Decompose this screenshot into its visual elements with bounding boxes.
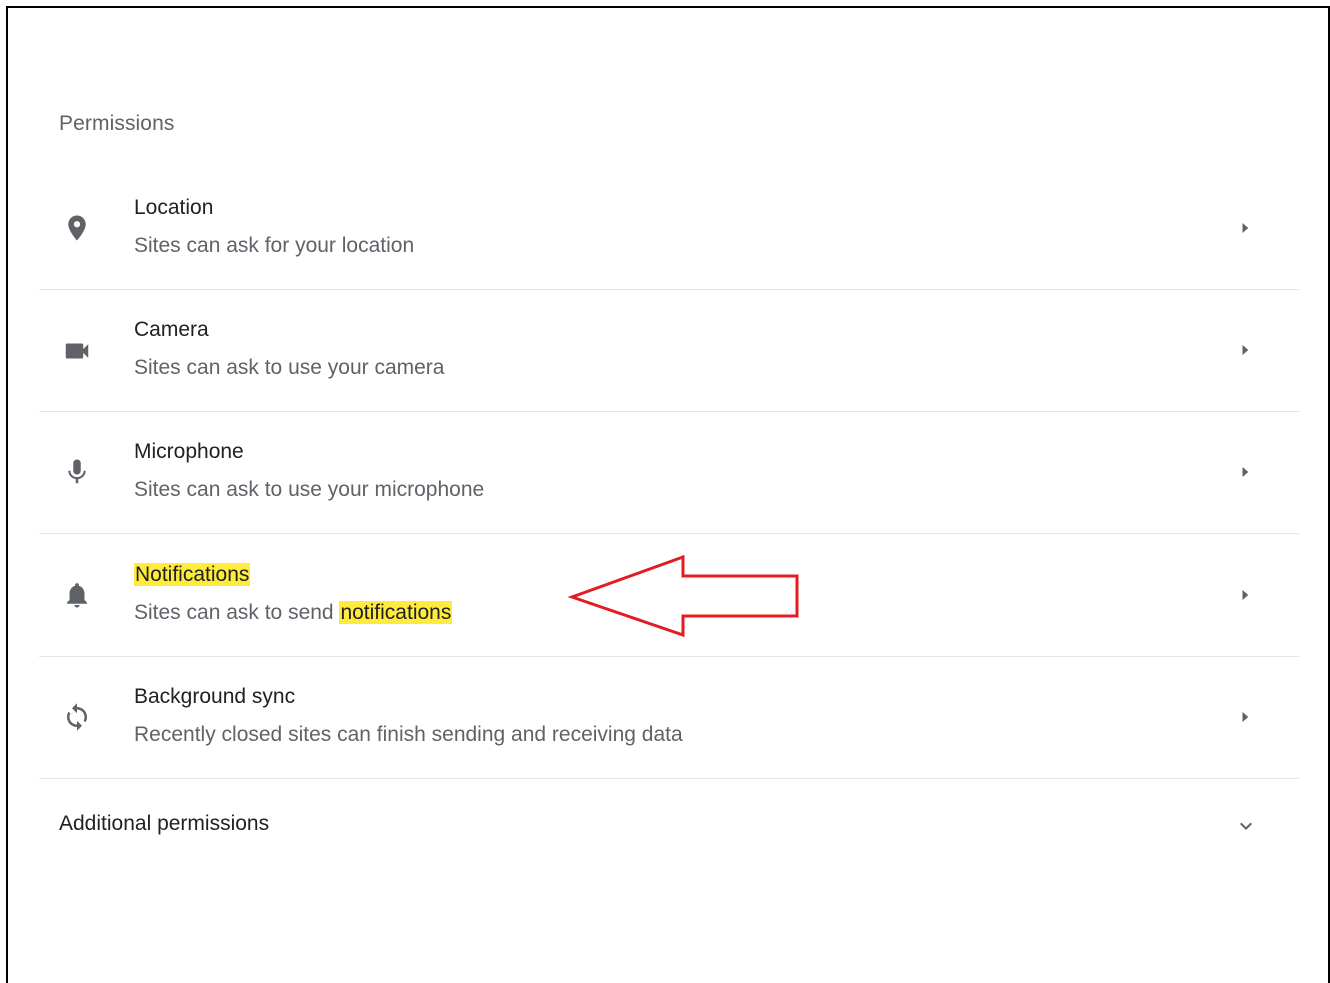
arrow-right-icon — [1235, 585, 1255, 605]
arrow-right-icon — [1235, 218, 1255, 238]
row-subtitle: Sites can ask to send notifications — [134, 601, 453, 625]
row-subtitle: Sites can ask to use your microphone — [134, 478, 485, 501]
row-title: Microphone — [134, 440, 244, 463]
sync-icon — [61, 701, 93, 733]
bell-icon — [61, 579, 93, 611]
permission-row-location[interactable]: Location Sites can ask for your location — [39, 168, 1299, 290]
row-subtitle: Sites can ask for your location — [134, 234, 415, 257]
row-title: Location — [134, 196, 214, 219]
arrow-right-icon — [1235, 340, 1255, 360]
permission-row-notifications[interactable]: Notifications Sites can ask to send noti… — [39, 535, 1299, 657]
row-subtitle: Recently closed sites can finish sending… — [134, 723, 683, 746]
chevron-down-icon — [1234, 814, 1258, 838]
row-subtitle-text: Sites can ask to send — [134, 601, 340, 624]
arrow-right-icon — [1235, 707, 1255, 727]
additional-permissions-toggle[interactable]: Additional permissions — [59, 808, 1299, 844]
microphone-icon — [61, 456, 93, 488]
additional-permissions-label: Additional permissions — [59, 812, 270, 835]
permission-row-background-sync[interactable]: Background sync Recently closed sites ca… — [39, 657, 1299, 779]
permission-row-microphone[interactable]: Microphone Sites can ask to use your mic… — [39, 412, 1299, 534]
camera-icon — [61, 335, 93, 367]
arrow-right-icon — [1235, 462, 1255, 482]
location-pin-icon — [61, 212, 93, 244]
row-title: Background sync — [134, 685, 296, 708]
row-subtitle: Sites can ask to use your camera — [134, 356, 445, 379]
section-title: Permissions — [59, 112, 175, 135]
row-title: Camera — [134, 318, 209, 341]
search-highlight: Notifications — [134, 563, 251, 586]
search-highlight: notifications — [339, 601, 453, 624]
row-title: Notifications — [134, 563, 251, 587]
permission-row-camera[interactable]: Camera Sites can ask to use your camera — [39, 290, 1299, 412]
